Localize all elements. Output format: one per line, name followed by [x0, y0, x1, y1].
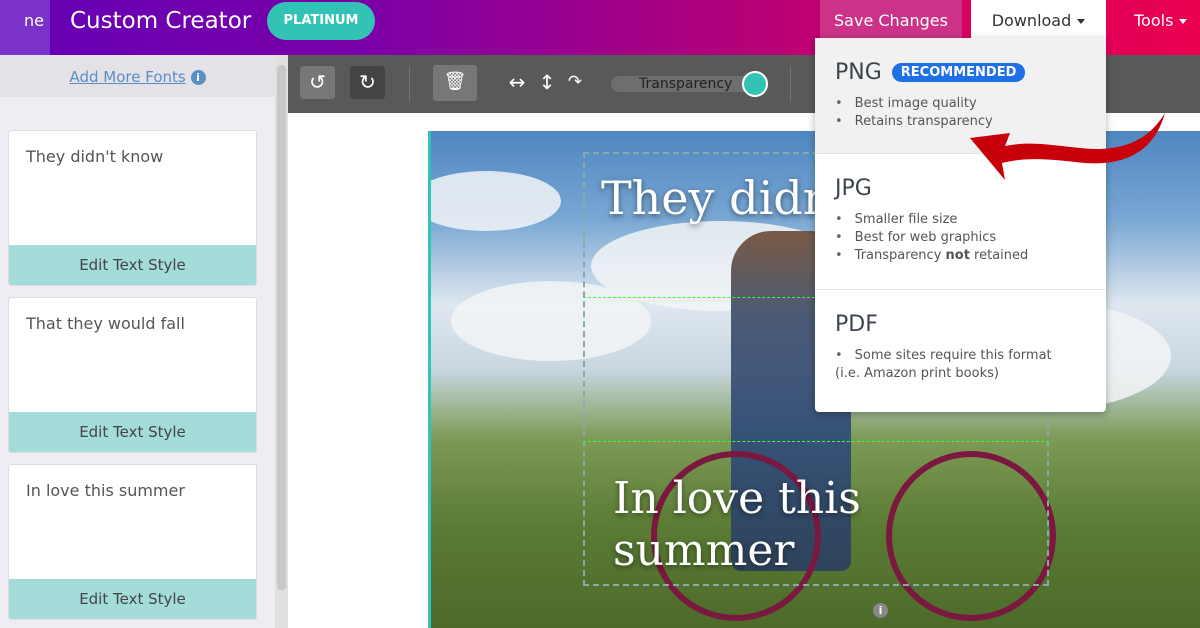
bullet-text: retained — [969, 248, 1029, 263]
home-tab[interactable]: ne — [0, 0, 50, 55]
download-label: Download — [991, 11, 1072, 30]
flip-horizontal-icon[interactable]: ↔ — [500, 66, 534, 99]
tools-menu-button[interactable]: Tools — [1120, 0, 1200, 42]
cloud — [431, 171, 561, 231]
canvas-text-2[interactable]: In love this summer — [613, 473, 861, 577]
canvas-text-line: summer — [613, 525, 795, 576]
trash-icon[interactable]: 🗑 — [433, 65, 477, 101]
text-card: That they would fall Edit Text Style — [8, 297, 257, 453]
add-fonts-bar: Add More Fonts i — [0, 55, 275, 97]
bullet-bold: not — [945, 248, 970, 263]
text-card-input[interactable]: They didn't know — [9, 131, 256, 246]
plan-badge: PLATINUM — [267, 2, 375, 40]
download-button[interactable]: Download — [971, 0, 1106, 40]
download-option-pdf[interactable]: PDF Some sites require this format (i.e.… — [815, 290, 1106, 412]
option-bullet: Transparency not retained — [835, 247, 1086, 265]
caret-down-icon — [1179, 19, 1188, 24]
bullet-text: Transparency — [854, 248, 946, 263]
option-bullet: Best for web graphics — [835, 229, 1086, 247]
option-bullet: Some sites require this format — [835, 347, 1086, 365]
option-note: (i.e. Amazon print books) — [835, 366, 999, 381]
scrollbar-thumb[interactable] — [277, 65, 286, 590]
red-arrow-annotation — [970, 113, 1165, 180]
edit-text-style-button[interactable]: Edit Text Style — [9, 412, 256, 452]
canvas-text-line: In love this — [613, 473, 861, 524]
info-icon[interactable]: i — [873, 603, 888, 618]
text-card-input[interactable]: In love this summer — [9, 465, 256, 580]
divider — [409, 67, 410, 101]
format-name: JPG — [835, 176, 872, 201]
transparency-slider[interactable]: Transparency — [611, 76, 761, 92]
save-changes-button[interactable]: Save Changes — [820, 0, 962, 42]
text-card: They didn't know Edit Text Style — [8, 130, 257, 286]
sidebar-scrollbar[interactable] — [275, 55, 288, 628]
option-bullet: Smaller file size — [835, 211, 1086, 229]
divider — [790, 67, 791, 101]
redo-icon[interactable]: ↻ — [350, 66, 385, 99]
add-more-fonts-link[interactable]: Add More Fonts — [69, 68, 185, 86]
guide-line — [583, 441, 1049, 442]
caret-down-icon — [1077, 19, 1086, 24]
text-card-input[interactable]: That they would fall — [9, 298, 256, 413]
format-name: PNG — [835, 60, 882, 85]
transparency-label: Transparency — [639, 76, 733, 92]
edit-text-style-button[interactable]: Edit Text Style — [9, 245, 256, 285]
app-title: Custom Creator — [70, 8, 252, 34]
tools-label: Tools — [1134, 11, 1174, 30]
undo-icon[interactable]: ↺ — [300, 66, 335, 99]
text-sidebar: Add More Fonts i They didn't know Edit T… — [0, 55, 275, 628]
recommended-badge: RECOMMENDED — [891, 63, 1026, 82]
download-dropdown: PNGRECOMMENDED Best image qualityRetains… — [815, 38, 1106, 412]
transparency-slider-handle[interactable] — [742, 71, 768, 97]
rotate-icon[interactable]: ↷ — [558, 66, 592, 99]
info-icon[interactable]: i — [190, 70, 206, 85]
text-card: In love this summer Edit Text Style — [8, 464, 257, 620]
edit-text-style-button[interactable]: Edit Text Style — [9, 579, 256, 619]
format-name: PDF — [835, 312, 878, 337]
